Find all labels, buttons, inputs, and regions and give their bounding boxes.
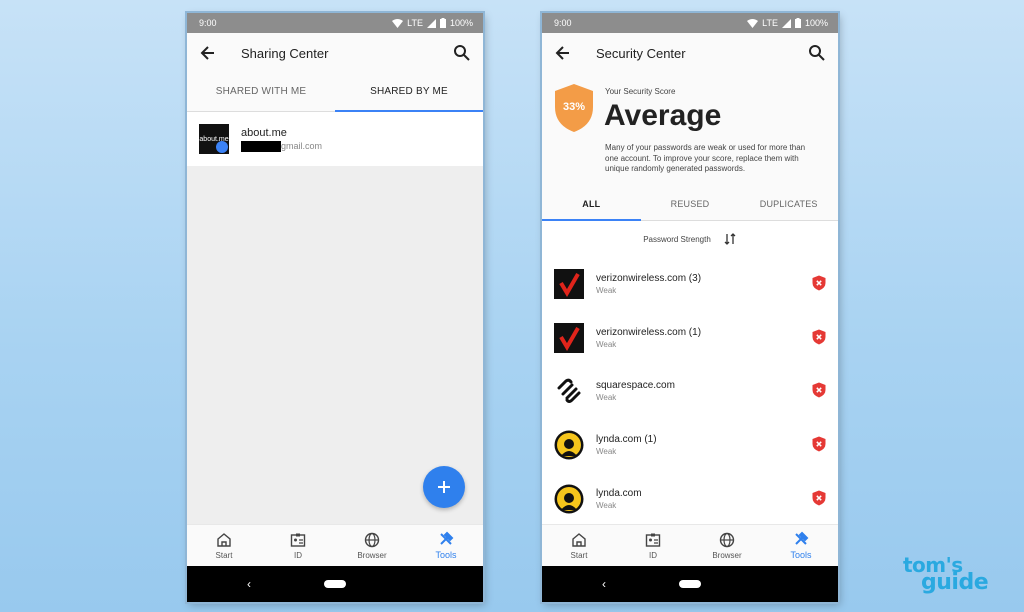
system-home-pill[interactable] [324, 580, 346, 588]
password-strength: Weak [596, 285, 617, 295]
status-bar: 9:00 LTE 100% [187, 13, 483, 33]
score-value: Average [604, 99, 722, 132]
weak-warning-icon[interactable] [812, 490, 826, 506]
id-card-icon [645, 533, 661, 547]
nav-tools[interactable]: Tools [409, 525, 483, 566]
system-back-icon[interactable]: ‹ [602, 577, 606, 591]
nav-id[interactable]: ID [261, 525, 335, 566]
verizon-icon [554, 268, 584, 299]
person-badge-icon [216, 141, 228, 153]
weak-warning-icon[interactable] [812, 382, 826, 398]
add-share-button[interactable] [423, 466, 465, 508]
weak-warning-icon[interactable] [812, 436, 826, 452]
lynda-icon [554, 484, 584, 514]
status-bar: 9:00 LTE 100% [542, 13, 838, 33]
shared-item-name: about.me [241, 126, 287, 139]
network-label: LTE [407, 18, 423, 28]
network-label: LTE [762, 18, 778, 28]
tools-icon [440, 531, 454, 545]
tab-shared-by-me[interactable]: SHARED BY ME [335, 73, 483, 112]
security-score-panel: 33% Your Security Score Average Many of … [542, 73, 838, 188]
nav-tools[interactable]: Tools [764, 525, 838, 566]
wifi-icon [392, 18, 404, 28]
search-icon[interactable] [453, 44, 471, 62]
globe-icon [719, 532, 735, 547]
status-time: 9:00 [199, 18, 217, 28]
phone-sharing-center: 9:00 LTE 100% Sharing Center SHARED WITH… [187, 13, 483, 602]
status-time: 9:00 [554, 18, 572, 28]
nav-id[interactable]: ID [616, 525, 690, 566]
about-me-thumbnail: about.me [199, 124, 229, 154]
redacted-block [241, 140, 281, 152]
search-icon[interactable] [808, 44, 826, 62]
empty-area [187, 166, 483, 526]
globe-icon [364, 532, 380, 547]
tools-icon [795, 531, 809, 545]
shared-item-email: gmail.com [281, 141, 323, 151]
password-site: lynda.com [596, 487, 642, 499]
signal-icon [426, 18, 436, 28]
password-site: verizonwireless.com (1) [596, 326, 702, 338]
system-home-pill[interactable] [679, 580, 701, 588]
password-site: lynda.com (1) [596, 433, 657, 445]
back-arrow-icon[interactable] [554, 44, 572, 62]
weak-warning-icon[interactable] [812, 329, 826, 345]
phone-security-center: 9:00 LTE 100% Security Center 33% Your S… [542, 13, 838, 602]
nav-browser[interactable]: Browser [335, 525, 409, 566]
sort-icon[interactable] [723, 232, 737, 246]
password-row[interactable]: verizonwireless.com (3) Weak [542, 257, 838, 311]
password-strength: Weak [596, 446, 617, 456]
id-card-icon [290, 533, 306, 547]
plus-icon [438, 481, 450, 493]
battery-label: 100% [804, 18, 828, 28]
tab-reused[interactable]: REUSED [641, 188, 740, 220]
system-navigation: ‹ [187, 566, 483, 602]
system-back-icon[interactable]: ‹ [247, 577, 251, 591]
app-bar: Security Center [542, 33, 838, 73]
tab-bar: SHARED WITH ME SHARED BY ME [187, 73, 483, 112]
app-bar: Sharing Center [187, 33, 483, 73]
verizon-icon [554, 322, 584, 353]
lynda-icon [554, 430, 584, 460]
password-strength: Weak [596, 339, 617, 349]
wifi-icon [747, 18, 759, 28]
password-strength: Weak [596, 500, 617, 510]
signal-icon [781, 18, 791, 28]
password-row[interactable]: lynda.com (1) Weak [542, 418, 838, 472]
home-icon [572, 532, 586, 547]
squarespace-icon [554, 376, 584, 406]
battery-label: 100% [449, 18, 473, 28]
tab-bar: ALL REUSED DUPLICATES [542, 188, 838, 221]
score-label: Your Security Score [605, 87, 676, 96]
shared-item[interactable]: about.me about.me gmail.com [187, 112, 483, 166]
score-percent: 33% [562, 101, 586, 113]
password-row[interactable]: squarespace.com Weak [542, 364, 838, 418]
tab-shared-with-me[interactable]: SHARED WITH ME [187, 73, 335, 111]
back-arrow-icon[interactable] [199, 44, 217, 62]
password-list: verizonwireless.com (3) Weak verizonwire… [542, 257, 838, 526]
home-icon [217, 532, 231, 547]
bottom-navigation: Start ID Browser Tools [187, 524, 483, 566]
battery-icon [439, 18, 446, 28]
password-row[interactable]: lynda.com Weak [542, 472, 838, 526]
password-row[interactable]: verizonwireless.com (1) Weak [542, 311, 838, 365]
password-site: squarespace.com [596, 380, 675, 392]
nav-start[interactable]: Start [187, 525, 261, 566]
bottom-navigation: Start ID Browser Tools [542, 524, 838, 566]
battery-icon [794, 18, 801, 28]
weak-warning-icon[interactable] [812, 275, 826, 291]
system-navigation: ‹ [542, 566, 838, 602]
password-site: verizonwireless.com (3) [596, 272, 702, 284]
tab-all[interactable]: ALL [542, 188, 641, 221]
nav-browser[interactable]: Browser [690, 525, 764, 566]
page-title: Sharing Center [241, 45, 329, 61]
page-title: Security Center [596, 45, 686, 61]
sort-bar: Password Strength [542, 221, 838, 257]
watermark-line2: guide [921, 570, 989, 595]
nav-start[interactable]: Start [542, 525, 616, 566]
tab-duplicates[interactable]: DUPLICATES [739, 188, 838, 220]
sort-label: Password Strength [643, 234, 711, 244]
score-description: Many of your passwords are weak or used … [605, 143, 806, 173]
password-strength: Weak [596, 393, 617, 403]
